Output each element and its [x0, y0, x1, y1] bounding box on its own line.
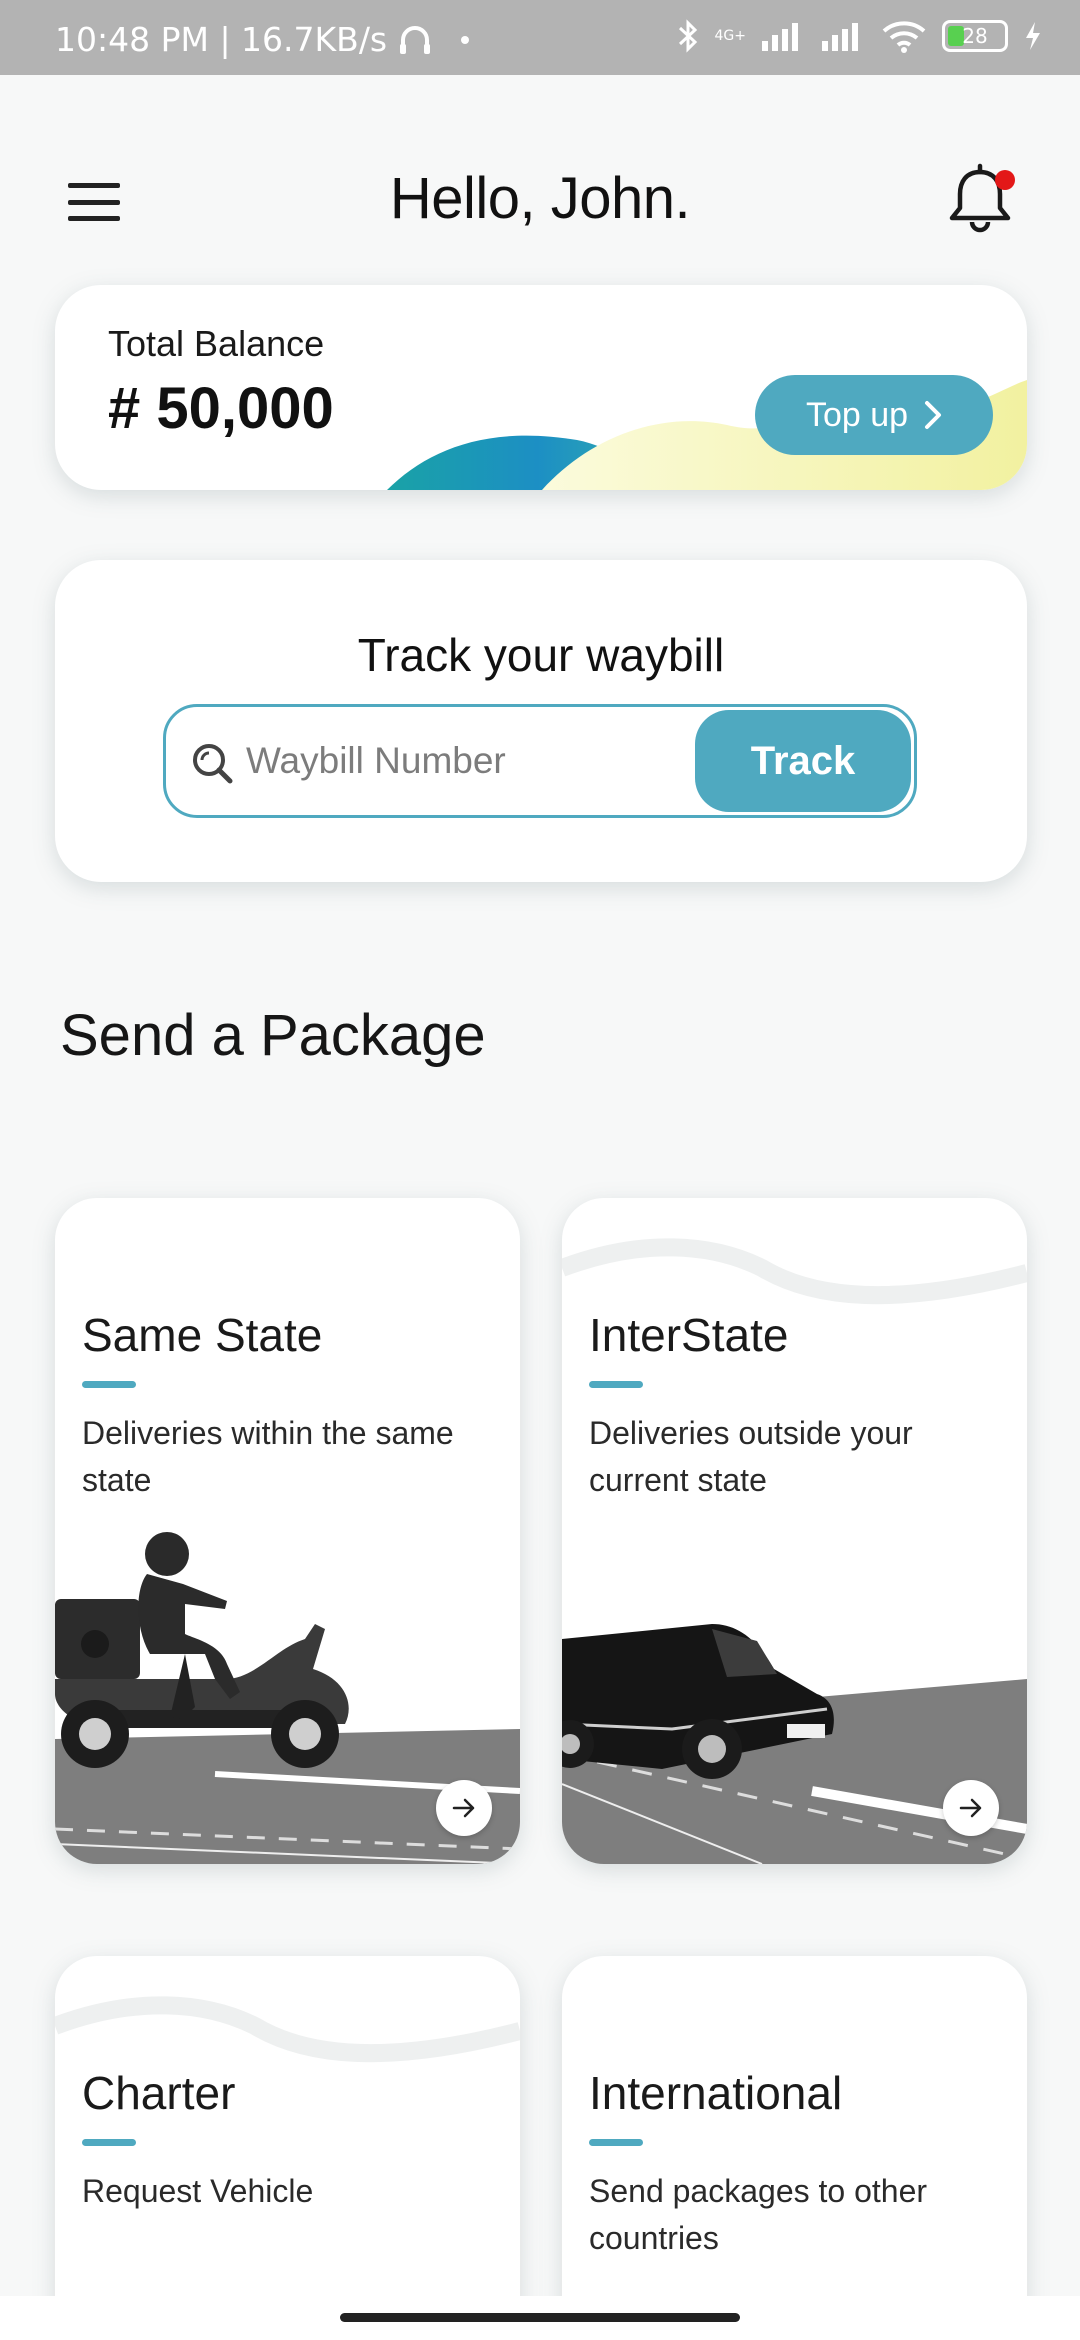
accent-line	[589, 1381, 643, 1388]
status-dot-icon	[461, 35, 470, 44]
card-wave-decoration	[55, 1996, 520, 2063]
balance-value: # 50,000	[108, 376, 334, 441]
balance-label: Total Balance	[108, 323, 325, 364]
package-card-international[interactable]: International Send packages to other cou…	[562, 1956, 1027, 2340]
network-type-label: 4G+	[714, 28, 747, 44]
status-bar: 10:48 PM | 16.7KB/s 4G+ 28	[0, 0, 1080, 75]
package-description: Deliveries outside your current state	[589, 1415, 913, 1498]
headphones-icon	[400, 25, 431, 54]
package-description: Deliveries within the same state	[82, 1415, 454, 1498]
track-title: Track your waybill	[357, 629, 725, 681]
accent-line	[82, 1381, 136, 1388]
top-up-button[interactable]: Top up	[755, 375, 993, 455]
send-package-title: Send a Package	[60, 1003, 486, 1068]
status-left: 10:48 PM | 16.7KB/s	[55, 20, 470, 59]
status-time-speed: 10:48 PM | 16.7KB/s	[55, 20, 388, 59]
package-title: InterState	[589, 1309, 789, 1361]
arrow-right-icon	[959, 1798, 982, 1818]
package-description: Request Vehicle	[82, 2173, 314, 2209]
chevron-right-icon	[925, 401, 942, 429]
same-state-arrow-button[interactable]	[436, 1780, 492, 1836]
package-description: Send packages to other countries	[589, 2173, 928, 2256]
bluetooth-icon	[678, 19, 697, 53]
card-wave-decoration	[562, 1238, 1027, 1305]
signal-icon	[762, 23, 798, 51]
notification-bell-icon[interactable]	[940, 160, 1020, 240]
package-title: Charter	[82, 2067, 236, 2119]
interstate-arrow-button[interactable]	[943, 1780, 999, 1836]
arrow-right-icon	[452, 1798, 475, 1818]
accent-line	[589, 2139, 643, 2146]
track-button[interactable]: Track	[695, 710, 911, 812]
signal-icon-2	[822, 23, 858, 51]
track-input-group: Track	[163, 704, 917, 818]
battery-level: 28	[962, 24, 988, 48]
greeting-title: Hello, John.	[389, 166, 691, 231]
package-card-same-state[interactable]: Same State Deliveries within the same st…	[55, 1198, 520, 1864]
package-card-interstate[interactable]: InterState Deliveries outside your curre…	[562, 1198, 1027, 1864]
waybill-number-input[interactable]	[246, 721, 666, 801]
status-right: 4G+ 28	[677, 18, 1043, 54]
wifi-icon	[882, 21, 926, 53]
notification-dot	[995, 170, 1015, 190]
search-icon	[193, 744, 233, 784]
balance-card: Total Balance # 50,000 Top up	[55, 285, 1027, 490]
top-up-label: Top up	[805, 395, 909, 434]
battery-icon: 28	[942, 20, 1008, 52]
home-indicator[interactable]	[340, 2313, 740, 2322]
package-title: International	[589, 2067, 843, 2119]
package-title: Same State	[82, 1309, 323, 1361]
package-card-charter[interactable]: Charter Request Vehicle	[55, 1956, 520, 2340]
accent-line	[82, 2139, 136, 2146]
track-waybill-card: Track your waybill Track	[55, 560, 1027, 882]
charging-icon	[1026, 22, 1040, 50]
